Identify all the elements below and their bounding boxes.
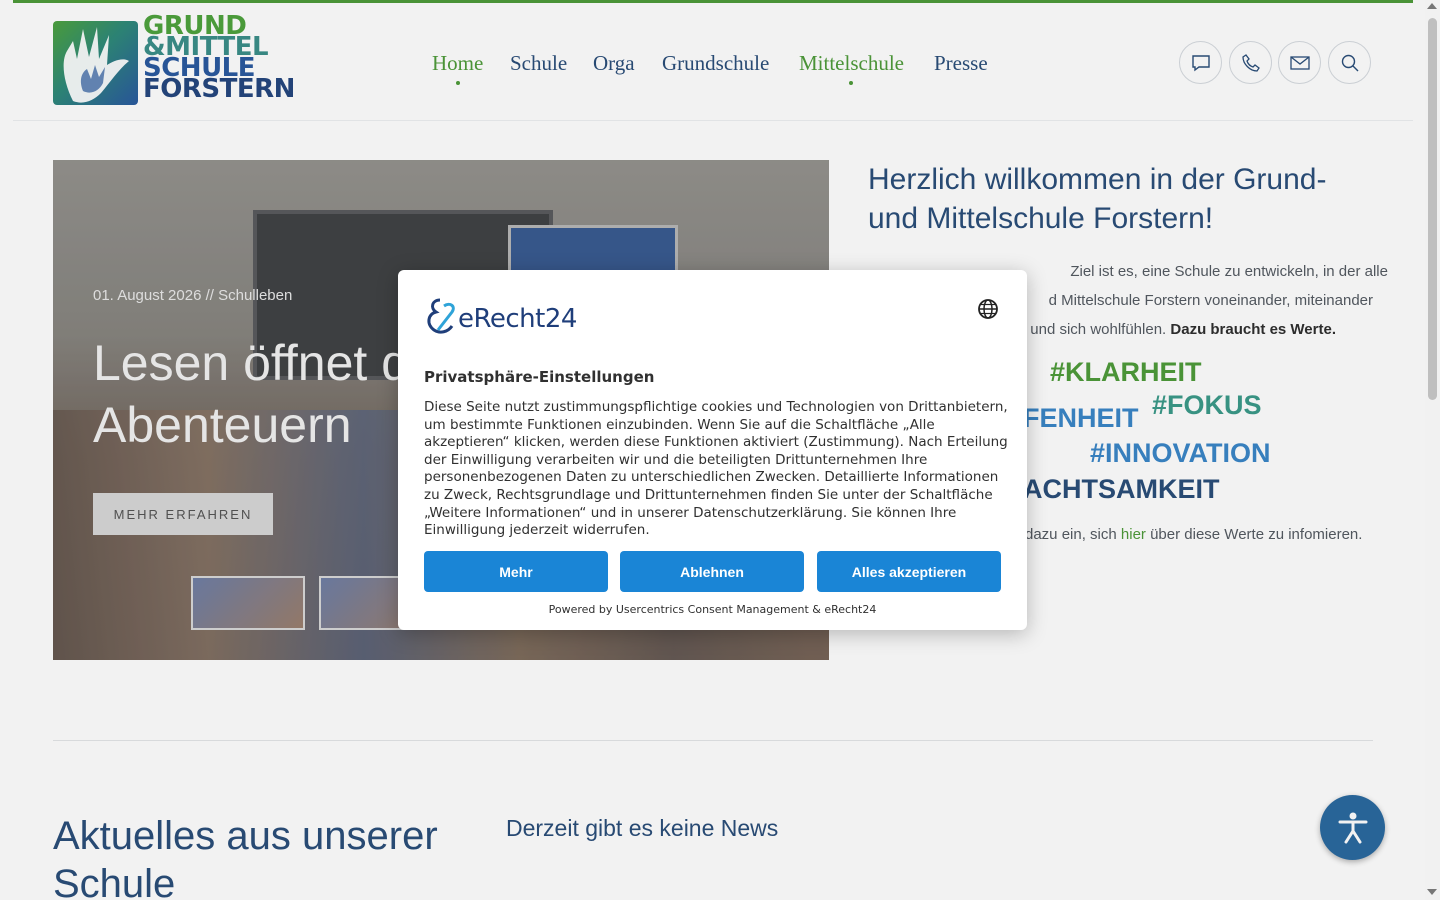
more-button[interactable]: Mehr — [424, 551, 608, 592]
consent-title: Privatsphäre-Einstellungen — [424, 368, 655, 386]
consent-body-text: Diese Seite nutzt zustimmungspflichtige … — [424, 399, 1008, 539]
accept-all-button[interactable]: Alles akzeptieren — [817, 551, 1001, 592]
scroll-down-arrow-icon[interactable] — [1427, 889, 1437, 895]
decline-button[interactable]: Ablehnen — [620, 551, 804, 592]
globe-icon — [978, 299, 998, 319]
erecht24-logo: eRecht24 — [424, 296, 594, 336]
erecht24-logo-icon — [427, 298, 455, 334]
scrollbar-thumb[interactable] — [1428, 18, 1437, 400]
scroll-up-arrow-icon[interactable] — [1427, 3, 1437, 9]
consent-powered-by[interactable]: Powered by Usercentrics Consent Manageme… — [398, 603, 1027, 616]
cookie-consent-dialog: eRecht24 Privatsphäre-Einstellungen Dies… — [398, 270, 1027, 630]
erecht24-brand: eRecht24 — [458, 304, 577, 334]
language-button[interactable] — [977, 298, 999, 320]
